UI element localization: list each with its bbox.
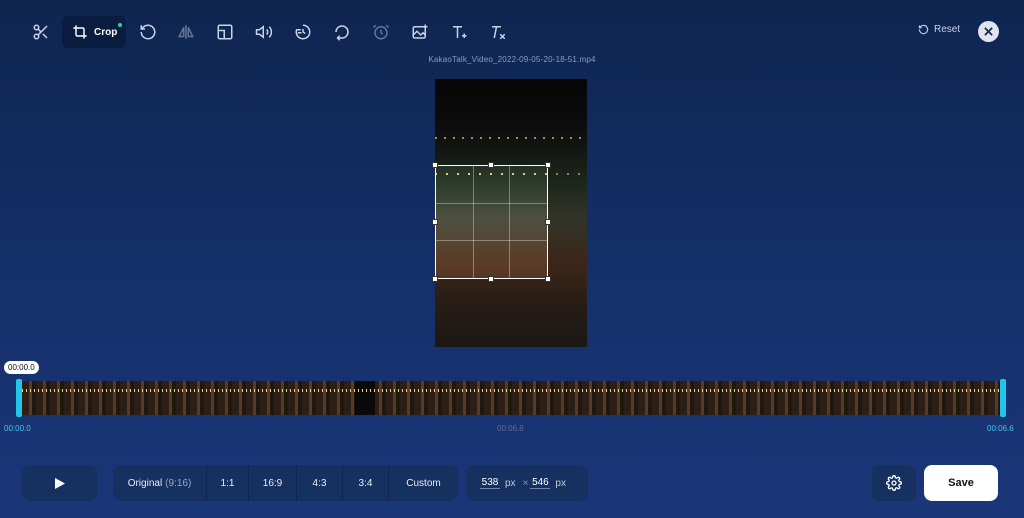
play-icon [54, 477, 65, 489]
crop-handle-left[interactable] [432, 219, 438, 225]
ratio-label: 16:9 [262, 477, 283, 489]
scissors-icon[interactable] [25, 16, 57, 48]
reset-button[interactable]: Reset [918, 24, 960, 35]
height-unit: px [555, 477, 566, 489]
timeline-start-time: 00:00.0 [4, 424, 31, 433]
reset-icon [918, 24, 929, 35]
ratio-4-3[interactable]: 4:3 [297, 465, 343, 501]
reset-label: Reset [934, 24, 961, 35]
dark-frame [355, 381, 375, 415]
height-input[interactable]: 546 [530, 477, 551, 489]
text-add-icon[interactable] [443, 16, 475, 48]
layout-icon[interactable] [209, 16, 241, 48]
crop-icon [73, 25, 87, 39]
crop-shade-right [548, 165, 587, 279]
video-filename: KakaoTalk_Video_2022-09-05-20-18-51.mp4 [428, 55, 596, 64]
width-unit: px [505, 477, 516, 489]
remove-text-icon[interactable] [482, 16, 514, 48]
settings-button[interactable] [872, 465, 916, 501]
speed-icon[interactable] [287, 16, 319, 48]
trim-handle-start[interactable] [16, 379, 22, 417]
bottom-bar: Original (9:16) 1:1 16:9 4:3 3:4 Custom … [0, 465, 1024, 503]
width-input[interactable]: 538 [480, 477, 500, 489]
toolbar: Crop Reset [0, 16, 1024, 48]
ratio-custom[interactable]: Custom [389, 465, 458, 501]
close-icon [984, 27, 993, 36]
save-button[interactable]: Save [924, 465, 998, 501]
timeline-mid-time: 00:06.6 [497, 424, 524, 433]
ratio-original[interactable]: Original (9:16) [113, 465, 207, 501]
crop-box[interactable] [432, 162, 551, 282]
crop-handle-bottom-left[interactable] [432, 276, 438, 282]
times-symbol: × [522, 477, 529, 489]
ratio-label: 3:4 [358, 477, 373, 489]
crop-grid-line [436, 202, 547, 204]
timer-icon[interactable] [365, 16, 397, 48]
crop-handle-bottom[interactable] [488, 276, 494, 282]
dimension-inputs: 538 px × 546 px [466, 465, 588, 501]
ratio-16-9[interactable]: 16:9 [249, 465, 297, 501]
crop-label: Crop [94, 26, 118, 38]
thumbnail-strip[interactable] [22, 381, 1000, 415]
active-indicator [118, 23, 122, 27]
trim-handle-end[interactable] [1000, 379, 1006, 417]
close-button[interactable] [978, 21, 999, 42]
aspect-ratio-group: Original (9:16) 1:1 16:9 4:3 3:4 Custom [113, 465, 458, 501]
crop-handle-top-left[interactable] [432, 162, 438, 168]
crop-handle-right[interactable] [545, 219, 551, 225]
crop-handle-top[interactable] [488, 162, 494, 168]
playhead-time: 00:00.0 [4, 361, 39, 374]
crop-grid-line [472, 166, 474, 278]
volume-icon[interactable] [248, 16, 280, 48]
ratio-1-1[interactable]: 1:1 [207, 465, 249, 501]
image-add-icon[interactable] [404, 16, 436, 48]
crop-tab[interactable]: Crop [62, 16, 126, 48]
crop-handle-bottom-right[interactable] [545, 276, 551, 282]
ratio-sub: (9:16) [165, 477, 192, 489]
crop-grid-line [509, 166, 511, 278]
timeline[interactable] [16, 379, 1006, 417]
crop-shade-top [435, 79, 587, 165]
ratio-label: Custom [406, 477, 441, 489]
timeline-end-time: 00:06.6 [987, 424, 1014, 433]
flip-icon[interactable] [170, 16, 202, 48]
ratio-label: 1:1 [220, 477, 235, 489]
play-button[interactable] [22, 465, 97, 501]
crop-handle-top-right[interactable] [545, 162, 551, 168]
gear-icon [886, 475, 902, 491]
loop-icon[interactable] [326, 16, 358, 48]
ratio-label: 4:3 [312, 477, 327, 489]
rotate-icon[interactable] [132, 16, 164, 48]
crop-shade-bottom [435, 279, 587, 347]
crop-grid-line [436, 239, 547, 241]
ratio-label: Original [127, 477, 163, 489]
ratio-3-4[interactable]: 3:4 [343, 465, 389, 501]
